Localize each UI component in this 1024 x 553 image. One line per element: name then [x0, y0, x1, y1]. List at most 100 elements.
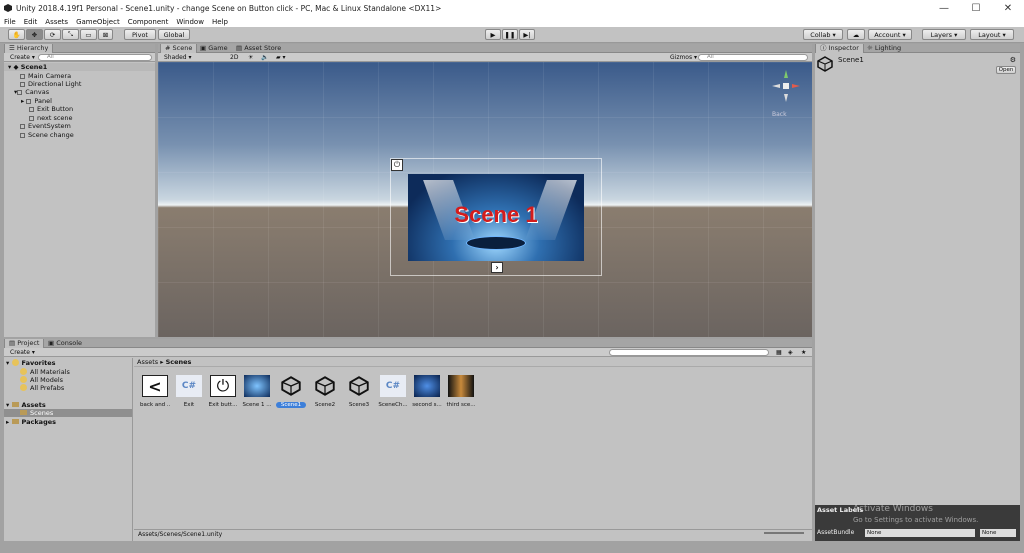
menu-assets[interactable]: Assets — [45, 18, 68, 26]
pause-button[interactable]: ❚❚ — [502, 29, 518, 40]
shading-dropdown[interactable]: Shaded ▾ — [162, 54, 224, 61]
assets-folder[interactable]: ▾ Assets — [6, 401, 46, 409]
variant-dropdown[interactable]: None — [980, 529, 1016, 537]
lighting-toggle-icon[interactable]: ☀ — [246, 54, 255, 61]
menu-window[interactable]: Window — [176, 18, 204, 26]
asset-item[interactable]: second s... — [412, 375, 442, 408]
minimize-button[interactable]: — — [928, 0, 960, 16]
collab-button[interactable]: Collab ▾ — [803, 29, 843, 40]
hierarchy-item[interactable]: next scene — [29, 114, 73, 122]
asset-item[interactable]: Scene1 — [276, 375, 306, 408]
hierarchy-search-input[interactable]: All — [38, 54, 152, 61]
gameobject-icon — [20, 133, 25, 138]
tab-lighting[interactable]: ☼ Lighting — [863, 44, 905, 53]
hierarchy-item[interactable]: EventSystem — [20, 122, 71, 130]
tab-console[interactable]: ▣ Console — [44, 339, 86, 348]
scene-viewport[interactable]: Back ⏻ Scene 1 › — [158, 62, 812, 337]
hierarchy-item[interactable]: Main Camera — [20, 72, 71, 80]
step-button[interactable]: ▶| — [519, 29, 535, 40]
menu-help[interactable]: Help — [212, 18, 228, 26]
audio-toggle-icon[interactable]: 🔈 — [259, 54, 270, 61]
play-button[interactable]: ▶ — [485, 29, 501, 40]
menu-file[interactable]: File — [4, 18, 16, 26]
close-button[interactable]: ✕ — [992, 0, 1024, 16]
asset-item[interactable]: Scene3 — [344, 375, 374, 408]
open-button[interactable]: Open — [996, 66, 1016, 74]
asset-item[interactable]: third sce... — [446, 375, 476, 408]
hierarchy-item[interactable]: Scene change — [20, 131, 74, 139]
hand-tool-icon[interactable]: ✋ — [8, 29, 25, 40]
rotate-tool-icon[interactable]: ⟳ — [44, 29, 61, 40]
gizmos-dropdown[interactable]: Gizmos ▾ — [668, 54, 699, 61]
asset-item[interactable]: ⏻ Exit butt... — [208, 375, 238, 408]
tab-game[interactable]: ▣ Game — [196, 44, 232, 53]
scale-tool-icon[interactable]: ⤡ — [62, 29, 79, 40]
main-toolbar: ✋ ✥ ⟳ ⤡ ▭ ⊠ Pivot Global ▶ ❚❚ ▶| Collab … — [0, 27, 1024, 43]
layout-label: Layout — [978, 30, 1001, 39]
mode-2d-toggle[interactable]: 2D — [228, 54, 240, 61]
gameobject-icon — [26, 99, 32, 104]
global-button[interactable]: Global — [158, 29, 190, 40]
project-create-button[interactable]: Create ▾ — [8, 349, 37, 356]
power-icon[interactable]: ⏻ — [391, 159, 403, 171]
favorite-item[interactable]: All Materials — [20, 368, 70, 376]
menu-component[interactable]: Component — [128, 18, 169, 26]
asset-label: Exit — [183, 402, 195, 408]
favorite-item[interactable]: All Prefabs — [20, 384, 64, 392]
account-button[interactable]: Account ▾ — [868, 29, 912, 40]
tab-asset-store[interactable]: ▤ Asset Store — [232, 44, 285, 53]
scenes-folder[interactable]: Scenes — [20, 409, 53, 417]
breadcrumb: Assets ▸ Scenes — [134, 358, 812, 367]
hierarchy-item[interactable]: Directional Light — [20, 80, 81, 88]
tab-inspector[interactable]: ⓘ Inspector — [815, 44, 864, 53]
rect-tool-icon[interactable]: ▭ — [80, 29, 97, 40]
asset-item[interactable]: Scene 1 ... — [242, 375, 272, 408]
tab-scene[interactable]: # Scene — [160, 44, 198, 53]
maximize-button[interactable]: ☐ — [960, 0, 992, 16]
tab-project[interactable]: ▤ Project — [4, 339, 45, 348]
breadcrumb-assets[interactable]: Assets — [137, 358, 158, 366]
hierarchy-item[interactable]: Exit Button — [29, 105, 73, 113]
thumbnail-size-slider[interactable] — [764, 532, 804, 534]
hierarchy-scene-root[interactable]: ▾ ◆ Scene1 — [8, 63, 47, 71]
tab-hierarchy[interactable]: ☰ Hierarchy — [4, 44, 54, 53]
hierarchy-item[interactable]: ▸ Panel — [21, 97, 52, 105]
favorite-item[interactable]: All Models — [20, 376, 63, 384]
favorites-folder[interactable]: ▾ Favorites — [6, 359, 56, 367]
layers-button[interactable]: Layers ▾ — [922, 29, 966, 40]
filter-label-icon[interactable]: ◈ — [786, 349, 795, 356]
gameobject-icon — [17, 90, 23, 95]
move-tool-icon[interactable]: ✥ — [26, 29, 43, 40]
asset-item[interactable]: C# Exit — [174, 375, 204, 408]
search-icon — [20, 376, 27, 383]
assetbundle-dropdown[interactable]: None — [865, 529, 975, 537]
favorite-star-icon[interactable]: ★ — [799, 349, 808, 356]
hierarchy-item[interactable]: ▾ Canvas — [14, 88, 49, 96]
project-search-input[interactable] — [609, 349, 769, 356]
image-thumbnail-icon — [414, 375, 440, 397]
banner-title: Scene 1 — [454, 202, 538, 227]
favorite-item-label: All Models — [30, 376, 64, 384]
asset-item[interactable]: Scene2 — [310, 375, 340, 408]
scene-orientation-gizmo[interactable] — [770, 68, 806, 108]
chevron-right-icon[interactable]: › — [491, 262, 503, 273]
menu-edit[interactable]: Edit — [24, 18, 38, 26]
effects-toggle-icon[interactable]: ▰ ▾ — [274, 54, 288, 61]
gizmo-back-label: Back — [772, 111, 787, 118]
hierarchy-create-button[interactable]: Create ▾ — [8, 54, 37, 61]
project-panel: ▤ Project ▣ Console Create ▾ ▦ ◈ ★ ▾ Fav… — [4, 339, 812, 541]
asset-item[interactable]: C# SceneCh... — [378, 375, 408, 408]
settings-gear-icon[interactable]: ⚙ — [1010, 56, 1016, 64]
breadcrumb-scenes[interactable]: Scenes — [166, 358, 192, 366]
hierarchy-item-label: Directional Light — [28, 80, 82, 88]
filter-type-icon[interactable]: ▦ — [774, 349, 784, 356]
packages-folder[interactable]: ▸ Packages — [6, 418, 56, 426]
cloud-icon[interactable]: ☁ — [847, 29, 865, 40]
pivot-button[interactable]: Pivot — [124, 29, 156, 40]
transform-tool-icon[interactable]: ⊠ — [98, 29, 113, 40]
menu-gameobject[interactable]: GameObject — [76, 18, 120, 26]
layout-button[interactable]: Layout ▾ — [970, 29, 1014, 40]
scene-search-input[interactable]: All — [698, 54, 808, 61]
power-icon: ⏻ — [210, 375, 236, 397]
asset-item[interactable]: < back and ... — [140, 375, 170, 408]
